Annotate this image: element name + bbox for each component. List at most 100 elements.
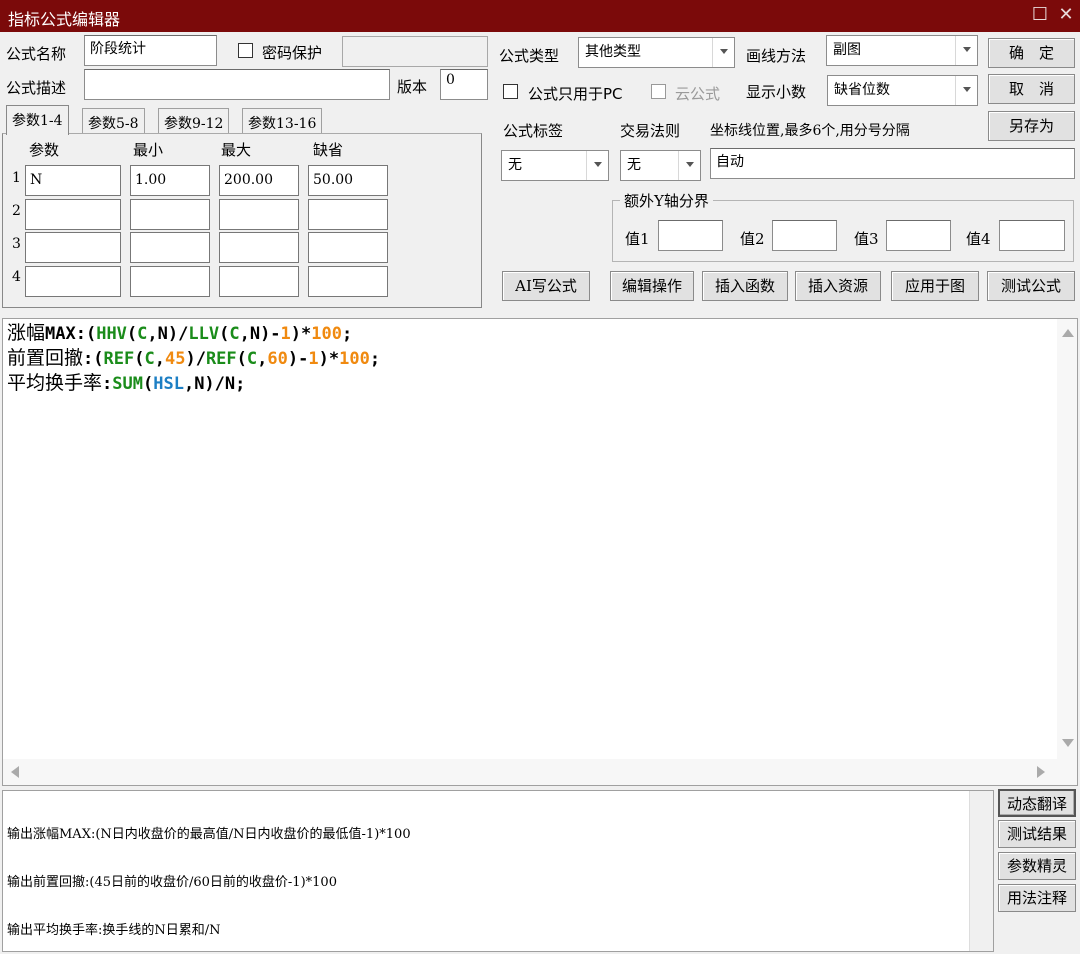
param-min-cell[interactable]: 1.00 — [130, 165, 210, 196]
param-max-cell[interactable]: 200.00 — [219, 165, 299, 196]
window-title: 指标公式编辑器 — [8, 10, 121, 29]
code-token: )- — [287, 349, 309, 369]
code-line[interactable]: 前置回撤:(REF(C,45)/REF(C,60)-1)*100; — [7, 346, 380, 371]
output-line: 输出涨幅MAX:(N日内收盘价的最高值/N日内收盘价的最低值-1)*100 — [7, 827, 411, 842]
chevron-down-icon[interactable] — [955, 36, 977, 65]
param-wizard-button[interactable]: 参数精灵 — [998, 852, 1076, 880]
chevron-down-icon[interactable] — [712, 38, 734, 67]
formula-tag-select[interactable]: 无 — [501, 150, 609, 181]
formula-name-input[interactable]: 阶段统计 — [84, 35, 217, 66]
output-scrollbar[interactable] — [969, 791, 993, 951]
decimal-select[interactable]: 缺省位数 — [827, 75, 978, 106]
tab-params-13-16[interactable]: 参数13-16 — [242, 108, 323, 134]
code-variable-name: 涨幅 — [7, 322, 46, 344]
tab-params-5-8[interactable]: 参数5-8 — [82, 108, 145, 134]
code-line[interactable]: 涨幅MAX:(HHV(C,N)/LLV(C,N)-1)*100; — [7, 321, 380, 346]
formula-name-label: 公式名称 — [6, 45, 67, 63]
output-line: 输出平均换手率:换手线的N日累和/N — [7, 923, 221, 938]
ai-formula-button[interactable]: AI写公式 — [502, 271, 590, 301]
save-as-button[interactable]: 另存为 — [988, 111, 1075, 141]
test-result-button[interactable]: 测试结果 — [998, 820, 1076, 848]
scroll-down-icon[interactable] — [1062, 739, 1074, 747]
value2-label: 值2 — [740, 230, 765, 248]
param-max-cell[interactable] — [219, 232, 299, 263]
value1-label: 值1 — [625, 230, 650, 248]
chevron-down-icon[interactable] — [586, 151, 608, 180]
ok-button[interactable]: 确 定 — [988, 38, 1075, 68]
version-label: 版本 — [397, 78, 428, 96]
code-token: ; — [369, 349, 381, 369]
value2-input[interactable] — [772, 220, 837, 251]
scroll-up-icon[interactable] — [1062, 329, 1074, 337]
formula-type-select[interactable]: 其他类型 — [578, 37, 735, 68]
insert-resource-button[interactable]: 插入资源 — [795, 271, 881, 301]
scroll-left-icon[interactable] — [11, 766, 19, 778]
usage-notes-button[interactable]: 用法注释 — [998, 884, 1076, 912]
param-header-name: 参数 — [29, 141, 60, 159]
code-token: REF — [205, 349, 237, 369]
formula-desc-input[interactable] — [84, 69, 390, 100]
test-formula-button[interactable]: 测试公式 — [987, 271, 1075, 301]
param-name-cell[interactable] — [25, 199, 121, 230]
translation-output: 输出涨幅MAX:(N日内收盘价的最高值/N日内收盘价的最低值-1)*100 输出… — [2, 790, 994, 952]
code-token: LLV — [188, 324, 220, 344]
param-min-cell[interactable] — [130, 232, 210, 263]
param-max-cell[interactable] — [219, 199, 299, 230]
code-token: : — [102, 374, 113, 394]
chevron-down-icon[interactable] — [678, 151, 700, 180]
tab-params-1-4[interactable]: 参数1-4 — [6, 105, 69, 135]
param-default-cell[interactable] — [308, 232, 388, 263]
draw-method-value: 副图 — [833, 42, 861, 58]
param-default-cell[interactable] — [308, 266, 388, 297]
param-name-cell[interactable] — [25, 232, 121, 263]
code-line[interactable]: 平均换手率:SUM(HSL,N)/N; — [7, 371, 380, 396]
pc-only-checkbox[interactable] — [503, 84, 518, 99]
param-default-cell[interactable]: 50.00 — [308, 165, 388, 196]
chevron-down-icon[interactable] — [955, 76, 977, 105]
code-editor[interactable]: 涨幅MAX:(HHV(C,N)/LLV(C,N)-1)*100; 前置回撤:(RE… — [2, 318, 1078, 786]
trade-rule-select[interactable]: 无 — [620, 150, 701, 181]
param-max-cell[interactable] — [219, 266, 299, 297]
password-checkbox[interactable] — [238, 43, 253, 58]
insert-function-button[interactable]: 插入函数 — [702, 271, 788, 301]
password-label: 密码保护 — [262, 44, 323, 62]
cancel-button[interactable]: 取 消 — [988, 74, 1075, 104]
apply-chart-button[interactable]: 应用于图 — [891, 271, 979, 301]
code-token: C — [229, 324, 240, 344]
draw-method-select[interactable]: 副图 — [826, 35, 978, 66]
password-input — [342, 36, 488, 67]
edit-ops-button[interactable]: 编辑操作 — [610, 271, 694, 301]
editor-vertical-scrollbar[interactable] — [1057, 319, 1077, 759]
output-line: 输出前置回撤:(45日前的收盘价/60日前的收盘价-1)*100 — [7, 875, 337, 890]
close-icon[interactable]: ✕ — [1054, 3, 1078, 27]
maximize-icon[interactable]: ☐ — [1028, 3, 1052, 27]
value1-input[interactable] — [658, 220, 723, 251]
code-token: C — [144, 349, 155, 369]
value3-input[interactable] — [886, 220, 951, 251]
code-token: )* — [318, 349, 340, 369]
code-text[interactable]: 涨幅MAX:(HHV(C,N)/LLV(C,N)-1)*100; 前置回撤:(RE… — [7, 321, 380, 396]
scroll-right-icon[interactable] — [1037, 766, 1045, 778]
version-input[interactable]: 0 — [440, 69, 488, 100]
code-token: ; — [342, 324, 353, 344]
tab-params-9-12[interactable]: 参数9-12 — [158, 108, 230, 134]
param-row-num: 3 — [12, 236, 21, 252]
formula-tag-label: 公式标签 — [503, 122, 564, 140]
coord-line-input[interactable]: 自动 — [710, 148, 1075, 179]
code-token: SUM — [112, 374, 143, 394]
decimal-value: 缺省位数 — [834, 82, 890, 98]
param-min-cell[interactable] — [130, 199, 210, 230]
editor-horizontal-scrollbar[interactable] — [3, 759, 1077, 785]
param-name-cell[interactable] — [25, 266, 121, 297]
param-name-cell[interactable]: N — [25, 165, 121, 196]
code-token: )* — [290, 324, 312, 344]
param-min-cell[interactable] — [130, 266, 210, 297]
code-variable-name: 平均换手率 — [7, 372, 103, 394]
code-token: ( — [134, 349, 145, 369]
param-row-num: 4 — [12, 269, 21, 285]
cloud-checkbox — [651, 84, 666, 99]
value4-input[interactable] — [999, 220, 1065, 251]
dynamic-translate-button[interactable]: 动态翻译 — [998, 789, 1076, 817]
param-default-cell[interactable] — [308, 199, 388, 230]
code-token: 45 — [164, 349, 186, 369]
